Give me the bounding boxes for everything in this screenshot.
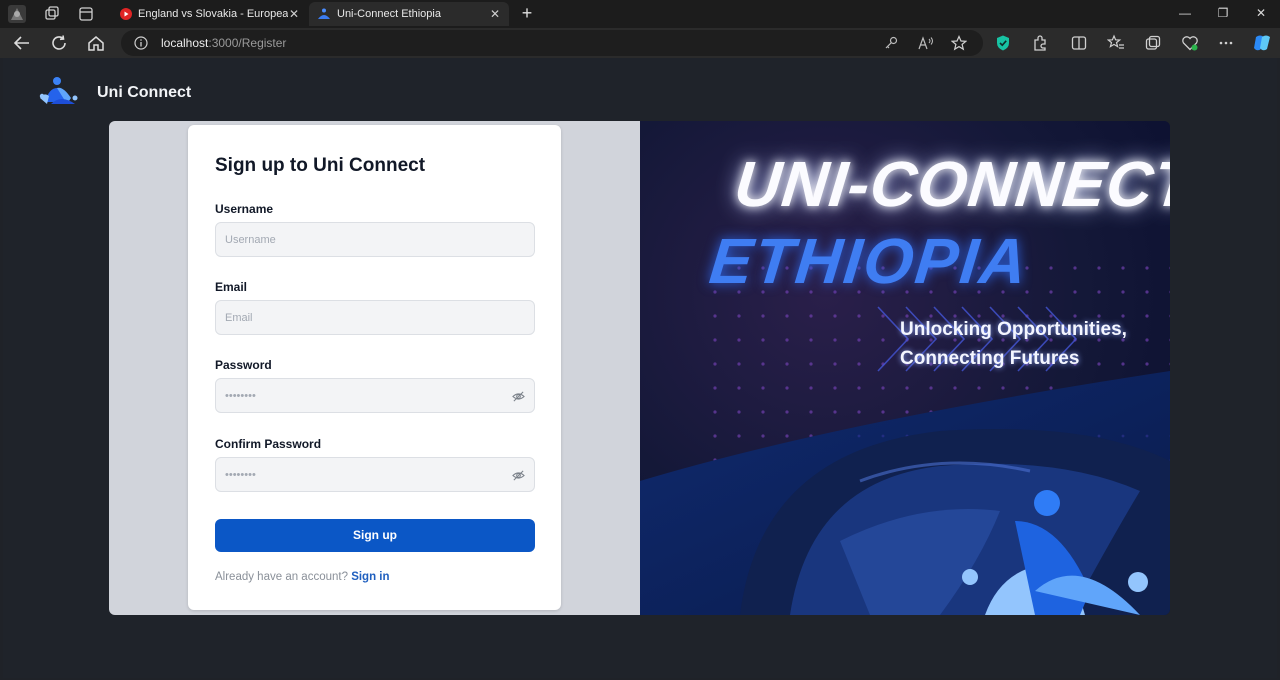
eye-off-icon[interactable] [512,469,525,482]
form-pane: Sign up to Uni Connect Username Email Pa… [109,121,640,615]
form-title: Sign up to Uni Connect [215,155,426,176]
signin-prompt: Already have an account? Sign in [215,571,390,583]
confirm-password-label: Confirm Password [215,437,322,451]
confirm-password-input[interactable] [216,458,534,491]
account-prompt-text: Already have an account? [215,571,348,583]
close-tab-icon[interactable]: ✕ [489,7,501,21]
key-icon[interactable] [884,36,898,50]
profile-avatar-icon[interactable] [8,5,26,23]
split-screen-icon[interactable] [1070,34,1088,52]
window-controls: — ❐ ✕ [1166,0,1280,28]
home-icon[interactable] [86,34,106,52]
signup-form: Sign up to Uni Connect Username Email Pa… [188,125,561,610]
favorites-icon[interactable] [1107,34,1125,52]
extensions-icon[interactable] [1031,34,1049,52]
page-body: Uni Connect Sign up to Uni Connect Usern… [3,58,1277,678]
signin-link[interactable]: Sign in [351,571,389,583]
favorite-star-icon[interactable] [951,35,967,51]
tab-actions-icon[interactable] [77,5,95,23]
uni-connect-favicon [318,8,330,19]
username-label: Username [215,202,274,216]
hero-subtitle: ETHIOPIA [706,225,1033,297]
password-field[interactable] [215,378,535,413]
refresh-icon[interactable] [50,34,70,52]
tab-title: England vs Slovakia - European C [138,8,288,20]
brand-name[interactable]: Uni Connect [97,84,191,102]
url-path: :3000/Register [208,36,287,50]
signup-button[interactable]: Sign up [215,519,535,552]
tagline-line-2: Connecting Futures [900,348,1080,369]
hero-image: UNI-CONNECT ETHIOPIA Unlocking Opportuni… [640,121,1170,615]
new-tab-button[interactable]: + [516,2,538,24]
tab-uni-connect[interactable]: Uni-Connect Ethiopia ✕ [309,2,509,26]
password-label: Password [215,358,272,372]
hero-tagline: Unlocking Opportunities, Connecting Futu… [900,315,1127,373]
username-input[interactable] [216,223,534,256]
restore-button[interactable]: ❐ [1204,0,1242,28]
confirm-password-field[interactable] [215,457,535,492]
browser-essentials-icon[interactable] [1181,34,1199,52]
youtube-icon [120,8,132,20]
back-icon[interactable] [12,34,32,52]
uni-connect-logo-icon[interactable] [37,76,79,108]
read-aloud-icon[interactable] [918,36,934,50]
password-input[interactable] [216,379,534,412]
tab-england-vs-slovakia[interactable]: England vs Slovakia - European C ✕ [112,2,308,26]
email-field[interactable] [215,300,535,335]
email-label: Email [215,280,248,294]
shield-extension-icon[interactable] [994,34,1012,52]
email-input[interactable] [216,301,534,334]
hero-title: UNI-CONNECT [731,148,1170,220]
url-text[interactable]: localhost:3000/Register [161,36,286,50]
workspaces-icon[interactable] [43,5,61,23]
register-card: Sign up to Uni Connect Username Email Pa… [109,121,1170,615]
close-window-button[interactable]: ✕ [1242,0,1280,28]
more-options-icon[interactable] [1217,34,1235,52]
url-host: localhost [161,36,209,50]
tab-title: Uni-Connect Ethiopia [337,8,441,20]
address-bar[interactable]: localhost:3000/Register [121,30,983,56]
minimize-button[interactable]: — [1166,0,1204,28]
browser-toolbar: localhost:3000/Register [0,28,1280,58]
tagline-line-1: Unlocking Opportunities, [900,319,1127,340]
tab-bar: England vs Slovakia - European C ✕ Uni-C… [0,0,1280,28]
close-tab-icon[interactable]: ✕ [288,7,300,21]
site-info-icon[interactable] [134,36,148,50]
copilot-icon[interactable] [1252,33,1272,53]
username-field[interactable] [215,222,535,257]
collections-icon[interactable] [1144,34,1162,52]
eye-off-icon[interactable] [512,390,525,403]
